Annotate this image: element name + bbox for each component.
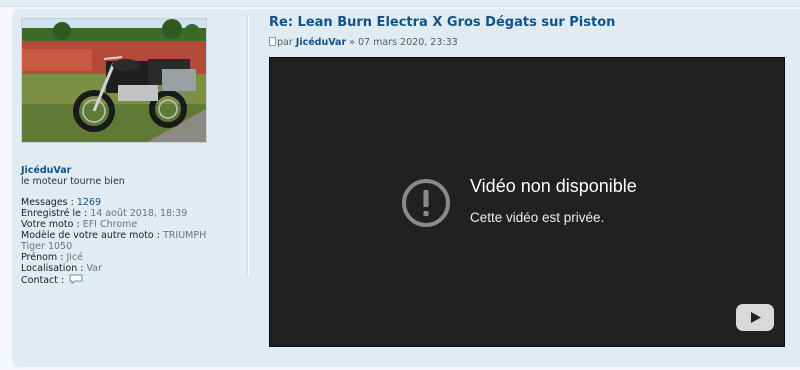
contact-label: Contact : (21, 275, 65, 286)
alert-circle-icon (402, 179, 450, 227)
other-bike-value-cont: Tiger 1050 (21, 241, 73, 252)
firstname-value: Jicé (66, 252, 83, 263)
video-unavailable-title: Vidéo non disponible (470, 176, 637, 196)
bike-label: Votre moto : (21, 219, 80, 230)
bike-value: EFI Chrome (82, 219, 138, 230)
location-label: Localisation : (21, 263, 84, 274)
other-bike-value: TRIUMPH (163, 230, 207, 241)
youtube-logo-icon[interactable] (736, 304, 774, 331)
avatar[interactable] (21, 18, 207, 143)
meta-separator: » (346, 37, 358, 48)
location-value: Var (86, 263, 102, 274)
embedded-video-player[interactable]: Vidéo non disponible Cette vidéo est pri… (269, 57, 785, 347)
meta-prefix: par (277, 37, 296, 48)
post-title-link[interactable]: Re: Lean Burn Electra X Gros Dégats sur … (269, 15, 615, 30)
post-document-icon[interactable] (269, 37, 276, 46)
messages-label: Messages : (21, 197, 74, 208)
firstname-label: Prénom : (21, 252, 64, 263)
user-rank: le moteur tourne bien (21, 176, 125, 187)
post-date: 07 mars 2020, 23:33 (358, 37, 458, 48)
video-private-message: Cette vidéo est privée. (470, 210, 605, 225)
speech-bubble-icon[interactable] (69, 274, 83, 285)
registered-value: 14 août 2018, 18:39 (90, 208, 188, 219)
forum-post: JicéduVar le moteur tourne bien Messages… (12, 9, 800, 367)
post-meta: par JicéduVar » 07 mars 2020, 23:33 (269, 37, 458, 48)
post-author-username[interactable]: JicéduVar (21, 165, 71, 176)
post-meta-author-link[interactable]: JicéduVar (296, 37, 346, 48)
other-bike-label: Modèle de votre autre moto : (21, 230, 160, 241)
registered-label: Enregistré le : (21, 208, 88, 219)
messages-count-link[interactable]: 1269 (77, 197, 101, 208)
post-profile: JicéduVar le moteur tourne bien Messages… (21, 18, 236, 288)
previous-post-edge (0, 0, 800, 7)
profile-details: Messages : 1269 Enregistré le : 14 août … (21, 197, 235, 286)
profile-divider (248, 15, 249, 277)
motorcycle-photo (22, 19, 206, 142)
